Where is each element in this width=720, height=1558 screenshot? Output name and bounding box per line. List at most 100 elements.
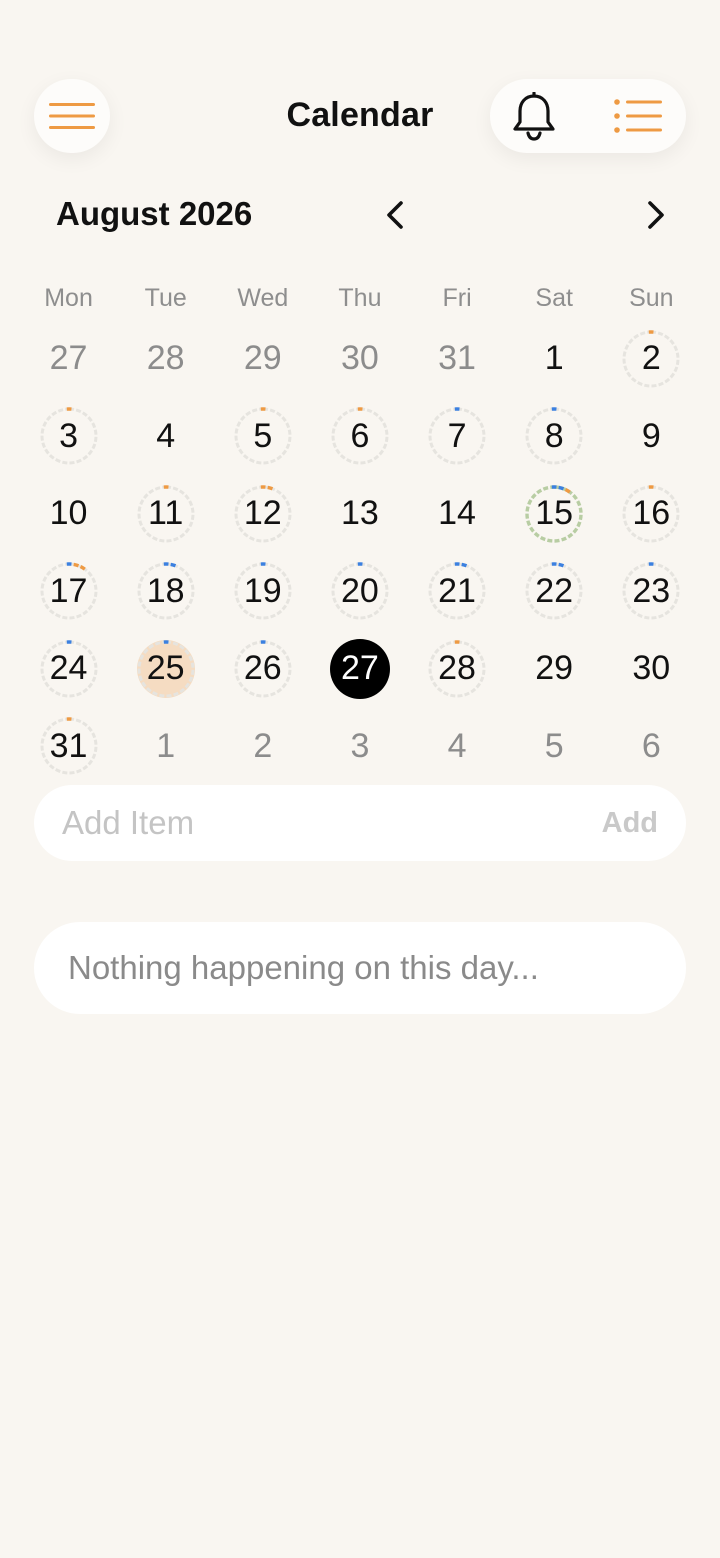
day-cell[interactable]: 16 <box>603 475 700 553</box>
chevron-left-icon <box>387 201 403 229</box>
day-cell[interactable]: 2 <box>603 320 700 398</box>
day-number: 28 <box>438 649 476 688</box>
day-cell[interactable]: 1 <box>117 708 214 786</box>
day-number: 13 <box>341 494 379 533</box>
header-actions <box>490 79 686 153</box>
day-number: 18 <box>146 571 185 610</box>
day-number: 17 <box>49 571 88 610</box>
day-number: 27 <box>49 339 88 378</box>
day-number: 20 <box>341 571 379 610</box>
next-month-button[interactable] <box>637 196 675 234</box>
day-number: 3 <box>59 416 79 455</box>
day-number: 3 <box>350 726 370 765</box>
day-cell[interactable]: 5 <box>214 398 311 476</box>
day-number: 25 <box>146 649 185 688</box>
day-cell[interactable]: 8 <box>506 398 603 476</box>
day-cell[interactable]: 31 <box>409 320 506 398</box>
day-cell[interactable]: 27 <box>20 320 117 398</box>
day-cell[interactable]: 30 <box>603 630 700 708</box>
day-cell[interactable]: 10 <box>20 475 117 553</box>
month-label: August 2026 <box>56 195 253 232</box>
day-cell[interactable]: 18 <box>117 553 214 631</box>
day-cell[interactable]: 22 <box>506 553 603 631</box>
day-number: 22 <box>535 571 574 610</box>
day-number: 29 <box>535 649 574 688</box>
day-number: 6 <box>350 416 370 455</box>
day-number: 2 <box>641 339 661 378</box>
day-cell[interactable]: 30 <box>311 320 408 398</box>
day-cell[interactable]: 17 <box>20 553 117 631</box>
day-number: 6 <box>641 726 661 765</box>
weekday-label: Thu <box>338 284 382 312</box>
day-cell[interactable]: 20 <box>311 553 408 631</box>
day-number: 23 <box>632 571 671 610</box>
day-cell[interactable]: 3 <box>20 398 117 476</box>
day-cell[interactable]: 3 <box>311 708 408 786</box>
day-number: 21 <box>438 571 476 610</box>
day-number: 7 <box>447 416 467 455</box>
day-cell-selected[interactable]: 27 <box>311 630 408 708</box>
weekday-label: Fri <box>442 284 472 312</box>
day-number: 19 <box>243 571 282 610</box>
day-cell[interactable]: 11 <box>117 475 214 553</box>
day-number: 15 <box>535 494 574 533</box>
day-cell[interactable]: 6 <box>603 708 700 786</box>
day-number: 30 <box>632 649 671 688</box>
day-cell[interactable]: 6 <box>311 398 408 476</box>
previous-month-button[interactable] <box>376 196 414 234</box>
day-number: 29 <box>243 339 282 378</box>
weekday-label: Sun <box>629 284 674 312</box>
day-cell[interactable]: 2 <box>214 708 311 786</box>
weekday-label: Tue <box>144 284 187 312</box>
day-number: 27 <box>341 649 379 688</box>
day-cell[interactable]: 4 <box>409 708 506 786</box>
day-cell[interactable]: 23 <box>603 553 700 631</box>
day-number: 31 <box>438 339 476 378</box>
day-cell[interactable]: 29 <box>214 320 311 398</box>
day-cell[interactable]: 24 <box>20 630 117 708</box>
day-number: 2 <box>253 726 273 765</box>
add-item-bar: Add <box>34 785 686 861</box>
day-number: 4 <box>156 416 176 455</box>
add-item-input[interactable] <box>62 785 562 861</box>
day-number: 14 <box>438 494 476 533</box>
list-icon <box>614 99 662 133</box>
chevron-right-icon <box>648 201 664 229</box>
day-cell[interactable]: 1 <box>506 320 603 398</box>
day-cell[interactable]: 26 <box>214 630 311 708</box>
day-cell[interactable]: 5 <box>506 708 603 786</box>
day-cell[interactable]: 29 <box>506 630 603 708</box>
day-cell[interactable]: 21 <box>409 553 506 631</box>
list-view-button[interactable] <box>610 91 666 141</box>
day-cell[interactable]: 7 <box>409 398 506 476</box>
weekday-label: Wed <box>237 284 289 312</box>
day-number: 11 <box>148 494 184 533</box>
day-number: 1 <box>544 339 564 378</box>
day-cell[interactable]: 9 <box>603 398 700 476</box>
day-cell[interactable]: 15 <box>506 475 603 553</box>
day-number: 4 <box>447 726 467 765</box>
day-number: 26 <box>243 649 282 688</box>
empty-state-card: Nothing happening on this day... <box>34 922 686 1014</box>
weekday-header: Mon Tue Wed Thu Fri Sat Sun <box>20 284 700 313</box>
empty-state-text: Nothing happening on this day... <box>68 949 539 986</box>
day-number: 5 <box>544 726 564 765</box>
day-number: 1 <box>156 726 176 765</box>
day-cell[interactable]: 28 <box>409 630 506 708</box>
day-number: 5 <box>253 416 273 455</box>
day-cell[interactable]: 14 <box>409 475 506 553</box>
day-cell-today[interactable]: 25 <box>117 630 214 708</box>
bell-icon <box>513 92 555 141</box>
weekday-label: Mon <box>44 284 93 312</box>
day-number: 9 <box>641 416 661 455</box>
day-cell[interactable]: 19 <box>214 553 311 631</box>
day-cell[interactable]: 28 <box>117 320 214 398</box>
day-cell[interactable]: 4 <box>117 398 214 476</box>
day-number: 8 <box>544 416 564 455</box>
day-number: 31 <box>49 726 88 765</box>
day-cell[interactable]: 13 <box>311 475 408 553</box>
add-button[interactable]: Add <box>602 807 658 840</box>
day-cell[interactable]: 31 <box>20 708 117 786</box>
day-cell[interactable]: 12 <box>214 475 311 553</box>
notifications-button[interactable] <box>508 91 560 143</box>
